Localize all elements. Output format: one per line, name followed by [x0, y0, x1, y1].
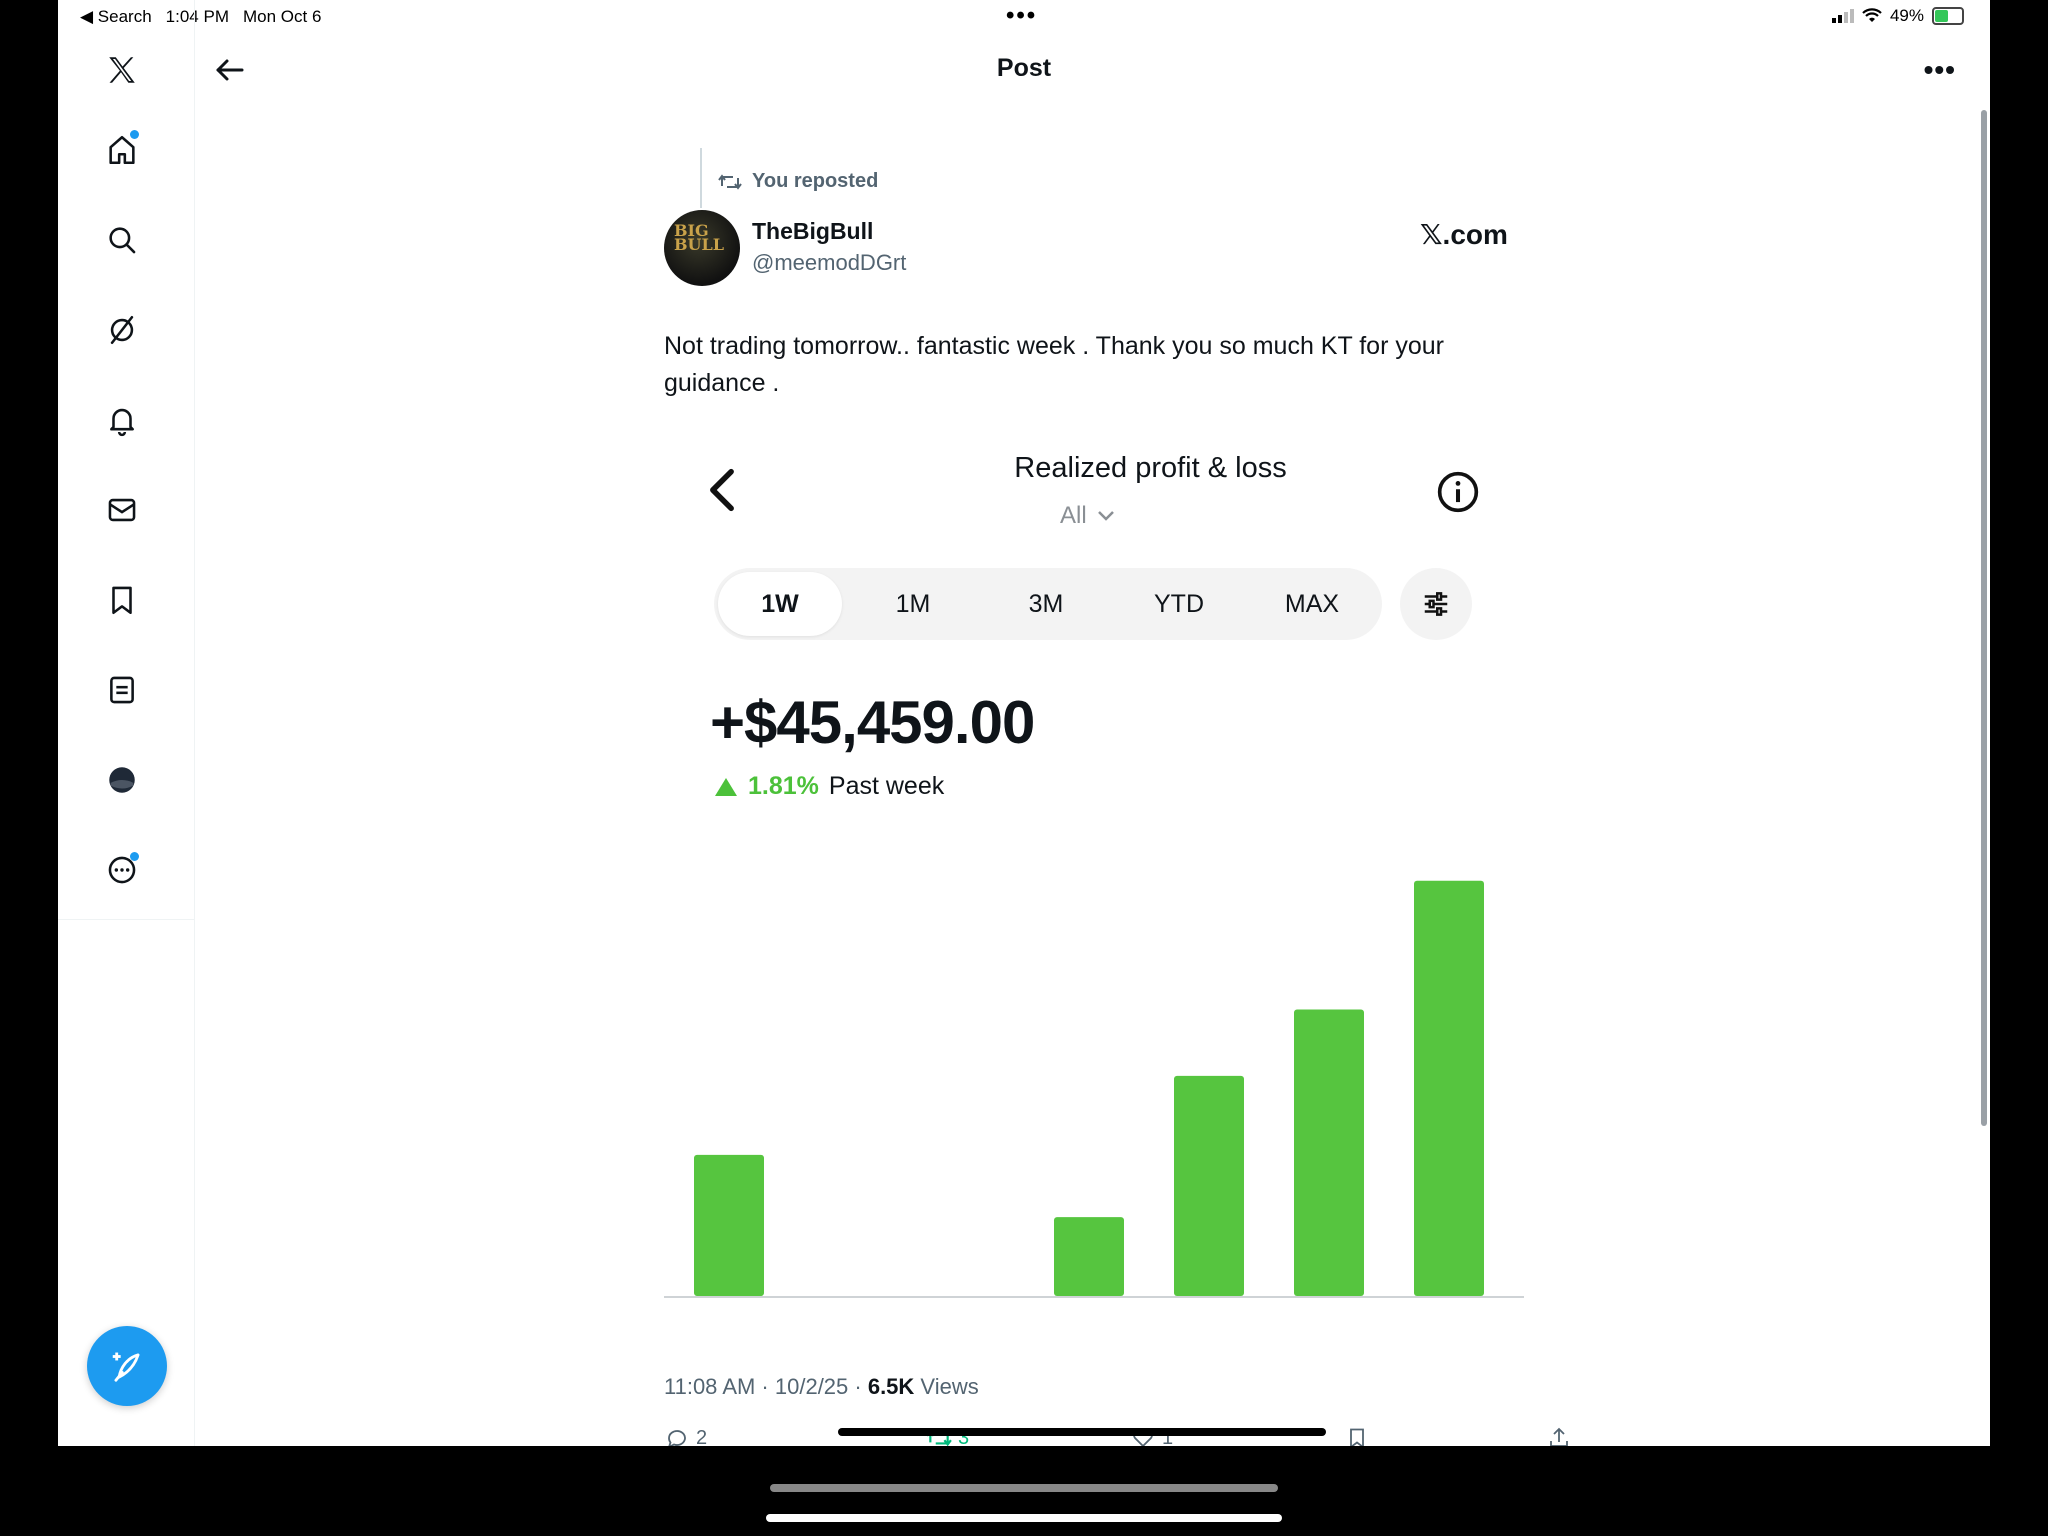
pnl-bar-chart: [664, 880, 1524, 1298]
repost-indicator: You reposted: [718, 170, 878, 193]
range-option-1m: 1M: [895, 590, 931, 618]
range-option-max: MAX: [1284, 590, 1340, 618]
pnl-change-percent: 1.81%: [748, 772, 819, 800]
post-timestamp[interactable]: 11:08 AM · 10/2/25 ·: [664, 1374, 868, 1399]
range-option-3m: 3M: [1028, 590, 1064, 618]
cellular-signal-icon: [1831, 9, 1854, 23]
reply-button[interactable]: 2: [664, 1426, 707, 1446]
multitasking-dots-icon[interactable]: •••: [1006, 2, 1037, 30]
sidebar-item-home[interactable]: [100, 128, 144, 172]
pnl-filter: All: [1060, 502, 1115, 530]
range-selector: 1W 1M 3M YTD MAX: [714, 568, 1382, 640]
compose-post-icon: [112, 1352, 140, 1382]
pnl-filter-label: All: [1060, 502, 1087, 529]
battery-percent: 49%: [1889, 6, 1924, 25]
notifications-icon: [110, 408, 134, 437]
views-label: Views: [914, 1374, 979, 1399]
range-option-ytd: YTD: [1154, 590, 1204, 618]
wifi-icon: [1862, 8, 1882, 22]
notification-dot: [130, 852, 139, 861]
up-triangle-icon: [715, 777, 737, 796]
range-settings: [1400, 568, 1472, 640]
source-label: 𝕏.com: [1420, 219, 1508, 250]
sidebar-divider: [194, 0, 195, 1446]
messages-icon: [108, 498, 136, 522]
home-indicator-bar: [838, 1428, 1326, 1436]
author-avatar[interactable]: BIG BULL: [664, 210, 740, 286]
author-display-name[interactable]: TheBigBull: [752, 218, 873, 245]
sidebar-item-profile[interactable]: [100, 758, 144, 802]
chevron-left-icon: [710, 468, 734, 512]
chart-bar-4: [1054, 1217, 1124, 1296]
thread-line: [700, 148, 702, 208]
lists-icon: [110, 676, 134, 704]
sidebar-item-lists[interactable]: [100, 668, 144, 712]
more-options-icon[interactable]: •••: [1924, 54, 1956, 86]
chart-bar-5: [1174, 1075, 1244, 1296]
views-count: 6.5K: [867, 1374, 915, 1399]
sidebar-item-grok[interactable]: [100, 308, 144, 352]
author-handle[interactable]: @meemodDGrt: [752, 250, 906, 276]
sidebar-item-search[interactable]: [100, 218, 144, 262]
bookmark-button[interactable]: [1344, 1426, 1370, 1446]
scrollbar[interactable]: [1981, 110, 1987, 1126]
profile-avatar: [109, 767, 135, 793]
back-to-app-link[interactable]: ◀ Search: [80, 7, 152, 27]
repost-icon: [718, 173, 742, 190]
avatar-logo-text: BIG BULL: [674, 221, 724, 254]
bookmarks-icon: [112, 586, 132, 615]
sidebar-item-bookmarks[interactable]: [100, 578, 144, 622]
chart-bar-1: [694, 1154, 764, 1296]
share-icon: [1550, 1427, 1568, 1446]
chart-bar-6: [1294, 1009, 1364, 1296]
battery-icon: [1932, 7, 1964, 25]
status-date: Mon Oct 6: [242, 7, 322, 26]
pnl-change: 1.81% Past week: [714, 772, 944, 801]
app-screen: ◀ Search 1:04 PM Mon Oct 6 ••• 49% Post …: [58, 0, 1990, 1446]
reply-icon: [668, 1430, 686, 1446]
pnl-change-period: Past week: [828, 772, 945, 800]
sliders-icon: [1424, 592, 1448, 616]
sidebar: [58, 34, 195, 920]
pnl-amount: +$45,459.00: [710, 689, 1035, 756]
page-title: Post: [996, 54, 1052, 82]
sidebar-item-messages[interactable]: [100, 488, 144, 532]
chart-bar-7: [1414, 880, 1484, 1296]
sidebar-item-notifications[interactable]: [100, 398, 144, 442]
home-indicator-outer: [770, 1484, 1278, 1492]
chevron-down-icon: [1097, 511, 1114, 521]
home-indicator-bottom[interactable]: [766, 1514, 1282, 1522]
sidebar-item-more[interactable]: [100, 848, 144, 892]
notification-dot: [130, 130, 139, 139]
status-time: 1:04 PM: [165, 7, 229, 26]
pnl-title: Realized profit & loss: [1014, 452, 1287, 484]
info-icon: [1437, 471, 1479, 513]
post-text: Not trading tomorrow.. fantastic week . …: [664, 332, 1444, 397]
bookmark-icon: [1350, 1428, 1364, 1446]
range-option-1w: 1W: [718, 572, 842, 636]
search-icon: [109, 227, 136, 254]
grok-icon: [110, 315, 134, 345]
compose-post-button[interactable]: [87, 1326, 167, 1406]
status-bar: ◀ Search 1:04 PM Mon Oct 6 ••• 49%: [58, 0, 1990, 34]
repost-label: You reposted: [752, 170, 879, 192]
reply-count: 2: [696, 1426, 708, 1447]
post-metadata: 11:08 AM · 10/2/25 · 6.5K Views: [664, 1374, 979, 1400]
share-button[interactable]: [1546, 1426, 1572, 1446]
